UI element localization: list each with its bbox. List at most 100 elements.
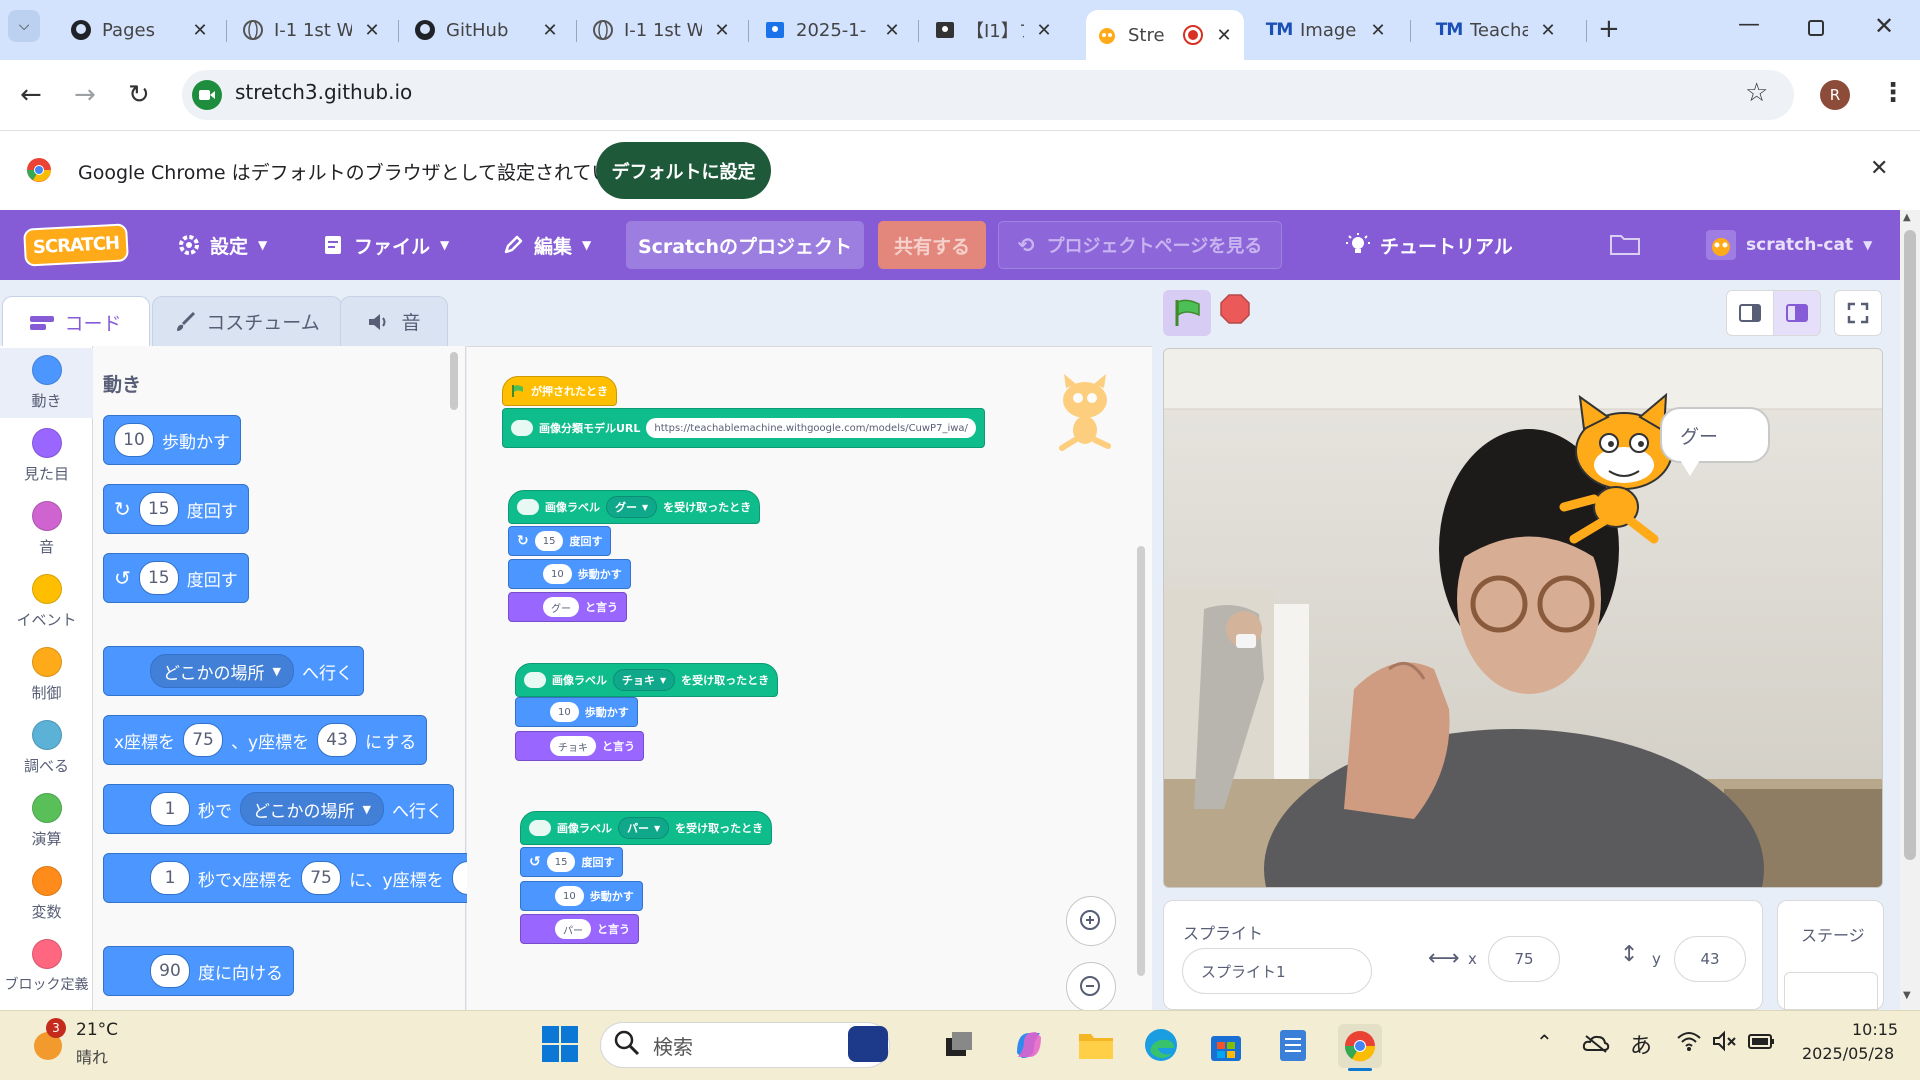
category-motion[interactable]: 動き <box>0 348 93 418</box>
category-operators[interactable]: 演算 <box>0 793 93 849</box>
tab-github[interactable]: GitHub ✕ <box>404 10 570 50</box>
model-url-input[interactable]: https://teachablemachine.withgoogle.com/… <box>646 418 976 438</box>
edge-icon[interactable] <box>1144 1028 1178 1062</box>
block-move-steps[interactable]: 10 歩動かす <box>508 559 631 589</box>
block-say[interactable]: グー と言う <box>508 592 627 622</box>
block-move-steps[interactable]: 10 歩動かす <box>515 697 638 727</box>
block-go-to[interactable]: どこかの場所 ▼ へ行く <box>103 646 364 696</box>
small-stage-button[interactable] <box>1726 290 1774 336</box>
sprite-x-input[interactable]: 75 <box>1488 936 1560 982</box>
taskbar-search[interactable]: 検索 <box>600 1022 890 1068</box>
x-input[interactable]: 75 <box>183 723 224 757</box>
close-icon[interactable]: ✕ <box>1214 25 1234 46</box>
stop-button[interactable] <box>1220 294 1250 324</box>
tab-search-button[interactable]: ⌵ <box>8 10 40 42</box>
say-input[interactable]: チョキ <box>550 736 596 756</box>
close-icon[interactable]: ✕ <box>1034 20 1054 41</box>
y-input[interactable]: 43 <box>317 723 358 757</box>
block-glide-to[interactable]: 1 秒で どこかの場所 ▼ へ行く <box>103 784 454 834</box>
zoom-out-button[interactable] <box>1066 962 1116 1012</box>
block-turn-right[interactable]: ↻ 15 度回す <box>508 526 612 556</box>
file-explorer-icon[interactable] <box>1078 1030 1114 1060</box>
large-stage-button[interactable] <box>1773 290 1821 336</box>
reload-icon[interactable]: ↻ <box>128 80 150 110</box>
bookmark-star-icon[interactable]: ☆ <box>1745 78 1768 108</box>
say-input[interactable]: グー <box>543 597 579 617</box>
block-turn-left[interactable]: ↺ 15 度回す <box>103 553 249 603</box>
steps-input[interactable]: 10 <box>550 702 579 722</box>
notepad-icon[interactable] <box>1278 1026 1308 1062</box>
set-default-button[interactable]: デフォルトに設定 <box>596 142 771 199</box>
more-menu-icon[interactable]: ⋮ <box>1880 78 1906 108</box>
scroll-down-icon[interactable]: ▼ <box>1903 990 1911 1001</box>
project-title-input[interactable]: Scratchのプロジェクト <box>626 221 864 269</box>
infobar-close-icon[interactable]: ✕ <box>1870 156 1888 181</box>
store-icon[interactable] <box>1210 1030 1242 1062</box>
tab-code[interactable]: コード <box>2 296 150 348</box>
new-tab-icon[interactable]: + <box>1598 14 1620 44</box>
block-when-label-choki[interactable]: 画像ラベル チョキ ▼ を受け取ったとき <box>515 663 779 697</box>
steps-input[interactable]: 10 <box>555 886 584 906</box>
sprite-name-input[interactable]: スプライト1 <box>1182 948 1372 994</box>
sprite-y-input[interactable]: 43 <box>1674 936 1746 982</box>
block-turn-left[interactable]: ↺ 15 度回す <box>520 847 624 877</box>
copilot-icon[interactable] <box>1012 1028 1046 1062</box>
back-icon[interactable]: ← <box>20 80 42 110</box>
steps-input[interactable]: 10 <box>114 423 154 457</box>
scratch-logo[interactable]: SCRATCH <box>23 223 129 267</box>
url-text[interactable]: stretch3.github.io <box>235 80 412 104</box>
category-looks[interactable]: 見た目 <box>0 428 93 484</box>
clock-time[interactable]: 10:15 <box>1852 1020 1898 1039</box>
ime-indicator[interactable]: あ <box>1630 1028 1652 1060</box>
window-close-icon[interactable]: ✕ <box>1874 12 1894 40</box>
forward-icon[interactable]: → <box>74 80 96 110</box>
block-point-direction[interactable]: 90 度に向ける <box>103 946 294 996</box>
workspace-scrollbar[interactable] <box>1137 546 1145 976</box>
tutorial-button[interactable]: チュートリアル <box>1346 210 1513 280</box>
file-menu[interactable]: ファイル ▼ <box>322 210 449 280</box>
address-bar[interactable] <box>182 70 1794 120</box>
close-icon[interactable]: ✕ <box>1538 20 1558 41</box>
page-scroll-thumb[interactable] <box>1904 230 1916 860</box>
direction-input[interactable]: 90 <box>150 954 190 988</box>
category-sensing[interactable]: 調べる <box>0 720 93 776</box>
category-my-blocks[interactable]: ブロック定義 <box>0 939 93 1010</box>
category-variables[interactable]: 変数 <box>0 866 93 922</box>
label-dropdown[interactable]: パー ▼ <box>618 817 670 839</box>
category-control[interactable]: 制御 <box>0 647 93 703</box>
degrees-input[interactable]: 15 <box>534 531 564 551</box>
block-turn-right[interactable]: ↻ 15 度回す <box>103 484 249 534</box>
minimize-icon[interactable]: — <box>1738 12 1760 37</box>
close-icon[interactable]: ✕ <box>362 20 382 41</box>
close-icon[interactable]: ✕ <box>540 20 560 41</box>
volume-muted-icon[interactable] <box>1712 1030 1738 1052</box>
label-dropdown[interactable]: グー ▼ <box>606 496 658 518</box>
fullscreen-button[interactable] <box>1834 290 1882 336</box>
settings-menu[interactable]: 設定 ▼ <box>178 210 267 280</box>
onedrive-icon[interactable] <box>1582 1032 1610 1054</box>
tab-teachable[interactable]: TM Teachab ✕ <box>1428 10 1568 50</box>
edit-menu[interactable]: 編集 ▼ <box>502 210 591 280</box>
account-menu[interactable]: scratch-cat ▼ <box>1706 210 1872 280</box>
seconds-input[interactable]: 1 <box>150 792 190 826</box>
stage-canvas[interactable] <box>1163 348 1883 888</box>
close-icon[interactable]: ✕ <box>1368 20 1388 41</box>
block-say[interactable]: パー と言う <box>520 914 639 944</box>
stage-thumbnail[interactable] <box>1784 972 1878 1010</box>
search-highlight-image[interactable] <box>848 1026 888 1062</box>
share-button[interactable]: 共有する <box>878 221 986 269</box>
tab-image-model[interactable]: TM Image M ✕ <box>1258 10 1398 50</box>
my-stuff-folder-icon[interactable] <box>1610 232 1640 256</box>
chrome-taskbar-icon[interactable] <box>1338 1024 1382 1068</box>
see-project-page-button[interactable]: ⟲ プロジェクトページを見る <box>998 221 1282 269</box>
glide-target-dropdown[interactable]: どこかの場所 ▼ <box>240 792 384 826</box>
chevron-up-icon[interactable]: ⌃ <box>1536 1030 1553 1054</box>
block-go-to-xy[interactable]: x座標を 75 、y座標を 43 にする <box>103 715 428 765</box>
block-model-url[interactable]: 画像分類モデルURL https://teachablemachine.with… <box>502 408 985 448</box>
battery-icon[interactable] <box>1748 1032 1776 1050</box>
site-info-icon[interactable] <box>192 80 222 110</box>
close-icon[interactable]: ✕ <box>712 20 732 41</box>
block-say[interactable]: チョキ と言う <box>515 731 644 761</box>
category-sound[interactable]: 音 <box>0 501 93 557</box>
wifi-icon[interactable] <box>1676 1030 1702 1052</box>
